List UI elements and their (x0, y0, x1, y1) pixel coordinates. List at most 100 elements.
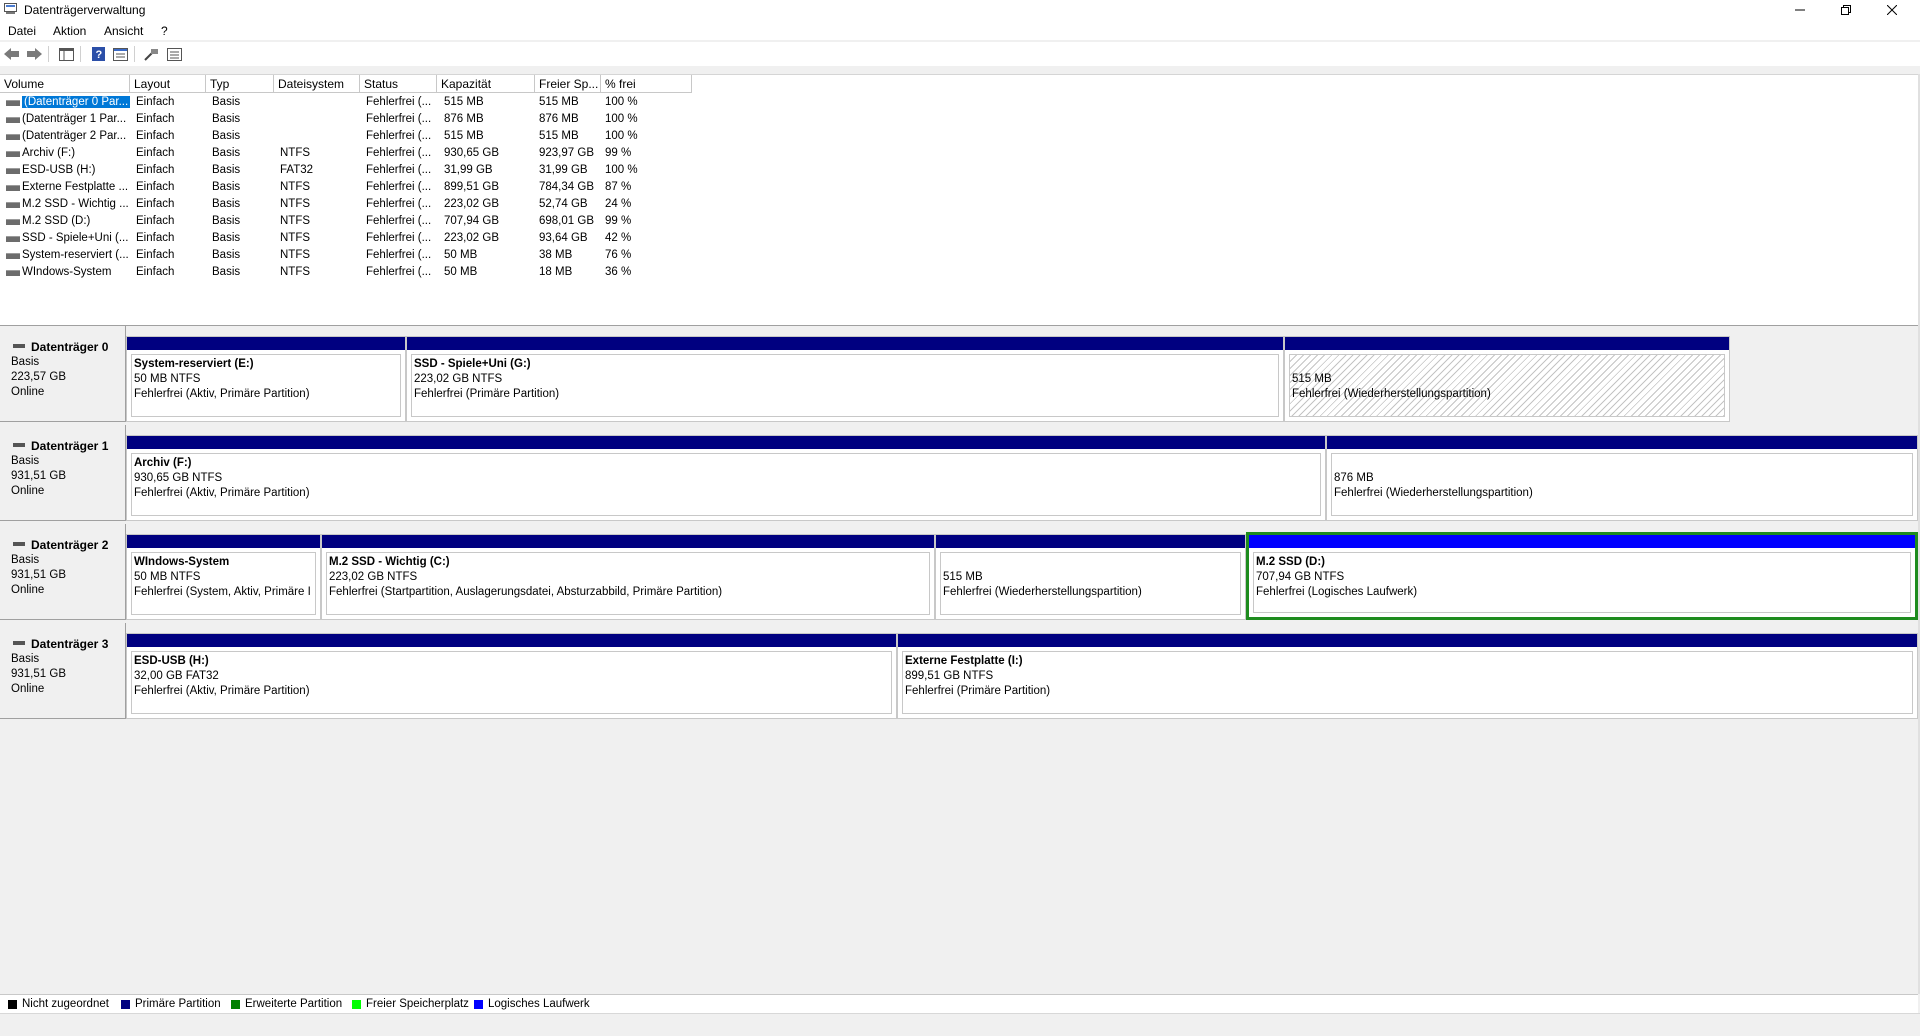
cell-prozent-frei: 100 % (605, 128, 638, 145)
cell-text: 100 % (605, 164, 638, 176)
table-row[interactable]: Externe Festplatte ... Einfach Basis NTFS Fe… (0, 179, 692, 196)
partition-windows-system[interactable]: WIndows-System 50 MB NTFS Fehlerfrei (Sy… (126, 534, 321, 620)
connect-button[interactable] (144, 46, 160, 62)
cell-prozent-frei: 42 % (605, 230, 631, 247)
legend: Nicht zugeordnet Primäre Partition Erwei… (0, 994, 1918, 1013)
disk-state: Online (11, 386, 45, 398)
legend-item-erweiterte-partition: Erweiterte Partition (231, 998, 342, 1010)
cell-text: 100 % (605, 113, 638, 125)
properties-button[interactable] (112, 46, 128, 62)
cell-volume: SSD - Spiele+Uni (... (22, 230, 128, 247)
cell-text: Fehlerfrei (... (366, 164, 432, 176)
toolbar-separator (48, 46, 49, 62)
help-button[interactable]: ? (90, 46, 106, 62)
table-row[interactable]: (Datenträger 0 Par... Einfach Basis Fehlerf… (0, 94, 692, 111)
table-row[interactable]: (Datenträger 1 Par... Einfach Basis Fehlerf… (0, 111, 692, 128)
menu-ansicht[interactable]: Ansicht (104, 24, 143, 38)
cell-freier-speicher: 923,97 GB (539, 145, 594, 162)
partition-archiv[interactable]: Archiv (F:) 930,65 GB NTFS Fehlerfrei (A… (126, 435, 1326, 521)
cell-text: Einfach (136, 147, 175, 159)
partition-status: Fehlerfrei (Primäre Partition) (414, 388, 560, 400)
legend-label: Logisches Laufwerk (488, 998, 590, 1010)
toolbar-separator (80, 46, 81, 62)
menu-datei[interactable]: Datei (8, 24, 36, 38)
cell-prozent-frei: 99 % (605, 213, 631, 230)
column-header-status[interactable]: Status (360, 75, 437, 93)
restore-icon (1841, 5, 1851, 15)
disk-info-1[interactable]: Datenträger 1 Basis 931,51 GB Online (0, 425, 126, 521)
column-header-dateisystem[interactable]: Dateisystem (274, 75, 360, 93)
table-row[interactable]: Archiv (F:) Einfach Basis NTFS Fehlerfrei (.… (0, 145, 692, 162)
cell-freier-speicher: 876 MB (539, 111, 579, 128)
show-hide-console-tree-button[interactable] (58, 46, 74, 62)
cell-text: 707,94 GB (444, 215, 499, 227)
menu-help[interactable]: ? (161, 24, 168, 38)
partition-name: SSD - Spiele+Uni (G:) (414, 358, 531, 370)
minimize-button[interactable] (1777, 0, 1823, 20)
cell-text: 93,64 GB (539, 232, 588, 244)
cell-dateisystem: NTFS (280, 145, 310, 162)
column-header-kapazitaet[interactable]: Kapazität (437, 75, 535, 93)
legend-label: Primäre Partition (135, 998, 221, 1010)
cell-text: Fehlerfrei (... (366, 113, 432, 125)
column-header-prozent-frei[interactable]: % frei (601, 75, 692, 93)
disk-state: Online (11, 485, 45, 497)
cell-text: 899,51 GB (444, 181, 499, 193)
cell-dateisystem: NTFS (280, 213, 310, 230)
cell-text: 515 MB (539, 130, 579, 142)
back-button[interactable] (4, 46, 20, 62)
cell-text: 38 MB (539, 249, 573, 261)
partition-name: Externe Festplatte (I:) (905, 655, 1023, 667)
disk-info-0[interactable]: Datenträger 0 Basis 223,57 GB Online (0, 326, 126, 422)
partition-ssd-spiele-uni[interactable]: SSD - Spiele+Uni (G:) 223,02 GB NTFS Feh… (406, 336, 1284, 422)
cell-status: Fehlerfrei (... (366, 162, 431, 179)
disk-info-2[interactable]: Datenträger 2 Basis 931,51 GB Online (0, 524, 126, 620)
table-row[interactable]: SSD - Spiele+Uni (... Einfach Basis NTFS Feh… (0, 230, 692, 247)
properties-icon (112, 47, 128, 61)
partition-recovery-disk1[interactable]: 876 MB Fehlerfrei (Wiederherstellungspar… (1326, 435, 1918, 521)
volume-icon (6, 151, 20, 157)
forward-button[interactable] (26, 46, 42, 62)
partition-size: 930,65 GB NTFS (134, 472, 223, 484)
cell-kapazitaet: 223,02 GB (444, 230, 499, 247)
primary-partition-bar (1285, 337, 1729, 350)
cell-text: Fehlerfrei (... (366, 249, 432, 261)
column-header-freier-speicher[interactable]: Freier Sp... (535, 75, 601, 93)
disk-name: Datenträger 3 (31, 637, 109, 651)
close-icon (1887, 5, 1897, 15)
partition-esd-usb[interactable]: ESD-USB (H:) 32,00 GB FAT32 Fehlerfrei (… (126, 633, 897, 719)
partition-size: 899,51 GB NTFS (905, 670, 994, 682)
partition-size: 515 MB (943, 571, 983, 583)
partition-recovery-disk0[interactable]: 515 MB Fehlerfrei (Wiederherstellungspar… (1284, 336, 1730, 422)
partition-m2-ssd-d[interactable]: M.2 SSD (D:) 707,94 GB NTFS Fehlerfrei (… (1246, 532, 1918, 620)
partition-externe-festplatte[interactable]: Externe Festplatte (I:) 899,51 GB NTFS F… (897, 633, 1918, 719)
column-header-volume[interactable]: Volume (0, 75, 130, 93)
column-header-typ[interactable]: Typ (206, 75, 274, 93)
restore-button[interactable] (1823, 0, 1869, 20)
list-view-button[interactable] (166, 46, 182, 62)
cell-typ: Basis (212, 213, 240, 230)
cell-text: M.2 SSD (D:) (22, 215, 91, 227)
cell-text: Archiv (F:) (22, 147, 76, 159)
disk-info-3[interactable]: Datenträger 3 Basis 931,51 GB Online (0, 623, 126, 719)
partition-recovery-disk2[interactable]: 515 MB Fehlerfrei (Wiederherstellungspar… (935, 534, 1246, 620)
table-row[interactable]: M.2 SSD (D:) Einfach Basis NTFS Fehlerfrei (… (0, 213, 692, 230)
menu-aktion[interactable]: Aktion (53, 24, 86, 38)
volume-icon (6, 100, 20, 106)
table-row[interactable]: M.2 SSD - Wichtig ... Einfach Basis NTFS Feh… (0, 196, 692, 213)
cell-text: Fehlerfrei (... (366, 266, 432, 278)
column-header-layout[interactable]: Layout (130, 75, 206, 93)
volume-icon (6, 253, 20, 259)
table-row[interactable]: ESD-USB (H:) Einfach Basis FAT32 Fehlerfrei … (0, 162, 692, 179)
table-row[interactable]: System-reserviert (... Einfach Basis NTFS Fe… (0, 247, 692, 264)
partition-system-reserviert[interactable]: System-reserviert (E:) 50 MB NTFS Fehler… (126, 336, 406, 422)
partition-status: Fehlerfrei (Primäre Partition) (905, 685, 1051, 697)
cell-text: 698,01 GB (539, 215, 594, 227)
table-row[interactable]: WIndows-System Einfach Basis NTFS Fehlerfrei… (0, 264, 692, 281)
cell-text: 99 % (605, 215, 632, 227)
partition-m2-ssd-wichtig[interactable]: M.2 SSD - Wichtig (C:) 223,02 GB NTFS Fe… (321, 534, 935, 620)
close-button[interactable] (1869, 0, 1915, 20)
table-row[interactable]: (Datenträger 2 Par... Einfach Basis Fehlerf… (0, 128, 692, 145)
cell-text: Einfach (136, 181, 175, 193)
primary-partition-bar (1327, 436, 1917, 449)
